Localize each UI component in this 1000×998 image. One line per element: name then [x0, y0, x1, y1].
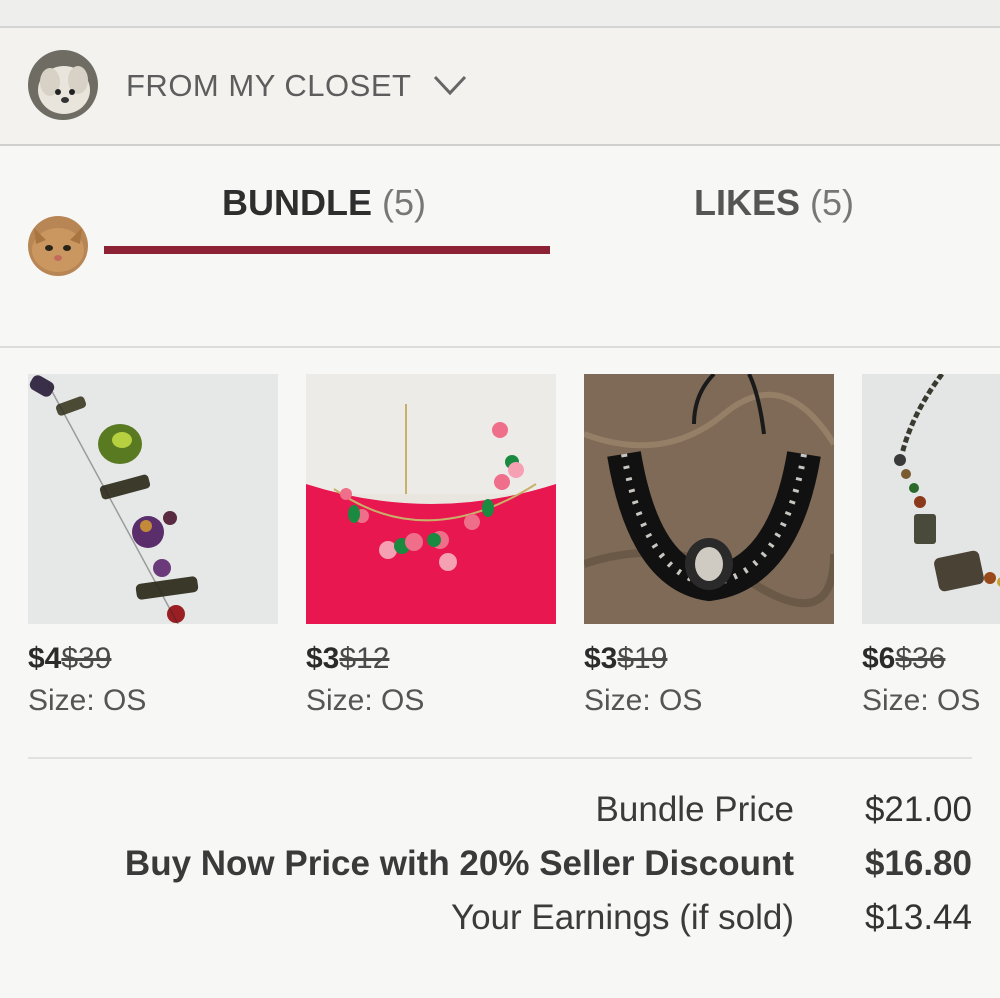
- bundle-price-label: Bundle Price: [595, 790, 794, 829]
- product-size: Size: OS: [306, 684, 425, 717]
- buy-now-price-row: Buy Now Price with 20% Seller Discount $…: [0, 844, 1000, 896]
- bundle-price-value: $21.00: [864, 790, 972, 829]
- product-price: $3$12: [306, 642, 556, 676]
- product-image[interactable]: [306, 374, 556, 624]
- product-card[interactable]: $3$12 Size: OS: [306, 374, 556, 718]
- product-sale-price: $3: [584, 642, 618, 675]
- product-price: $4$39: [28, 642, 278, 676]
- product-sale-price: $3: [306, 642, 340, 675]
- earnings-label: Your Earnings (if sold): [450, 898, 794, 937]
- product-sale-price: $6: [862, 642, 896, 675]
- product-original-price: $12: [339, 642, 390, 675]
- buy-now-price-label: Buy Now Price with 20% Seller Discount: [124, 844, 794, 883]
- tab-likes-count: (5): [810, 182, 855, 223]
- product-price: $6$36: [862, 642, 1000, 676]
- product-price: $3$19: [584, 642, 834, 676]
- product-card[interactable]: $6$36 Size: OS: [862, 374, 1000, 718]
- status-strip: [0, 0, 1000, 28]
- product-size: Size: OS: [584, 684, 703, 717]
- product-image[interactable]: [28, 374, 278, 624]
- tab-likes-label: LIKES: [694, 182, 801, 223]
- tab-likes[interactable]: LIKES (5): [694, 182, 854, 224]
- earnings-value: $13.44: [864, 898, 972, 937]
- tab-bundle-count: (5): [382, 182, 427, 223]
- active-tab-indicator: [104, 246, 550, 254]
- product-size: Size: OS: [862, 684, 981, 717]
- earnings-row: Your Earnings (if sold) $13.44: [0, 898, 1000, 950]
- tab-bundle[interactable]: BUNDLE (5): [222, 182, 426, 224]
- closet-selector-label[interactable]: FROM MY CLOSET: [126, 68, 411, 104]
- product-size: Size: OS: [28, 684, 147, 717]
- product-original-price: $36: [895, 642, 946, 675]
- bundle-price-row: Bundle Price $21.00: [0, 790, 1000, 842]
- product-original-price: $19: [617, 642, 668, 675]
- chevron-down-icon[interactable]: [432, 72, 468, 98]
- product-sale-price: $4: [28, 642, 62, 675]
- product-original-price: $39: [61, 642, 112, 675]
- bundle-tabs: BUNDLE (5) LIKES (5): [0, 146, 1000, 348]
- summary-divider: [28, 757, 972, 759]
- tab-bundle-label: BUNDLE: [222, 182, 372, 223]
- buy-now-price-value: $16.80: [864, 844, 972, 883]
- product-image[interactable]: [584, 374, 834, 624]
- product-image[interactable]: [862, 374, 1000, 624]
- product-card[interactable]: $4$39 Size: OS: [28, 374, 278, 718]
- bundle-product-list: $4$39 Size: OS $3$12 Size: OS $3$19 Size…: [0, 374, 1000, 734]
- buyer-avatar[interactable]: [28, 216, 88, 276]
- closet-header: FROM MY CLOSET: [0, 28, 1000, 146]
- product-card[interactable]: $3$19 Size: OS: [584, 374, 834, 718]
- closet-avatar[interactable]: [28, 50, 98, 120]
